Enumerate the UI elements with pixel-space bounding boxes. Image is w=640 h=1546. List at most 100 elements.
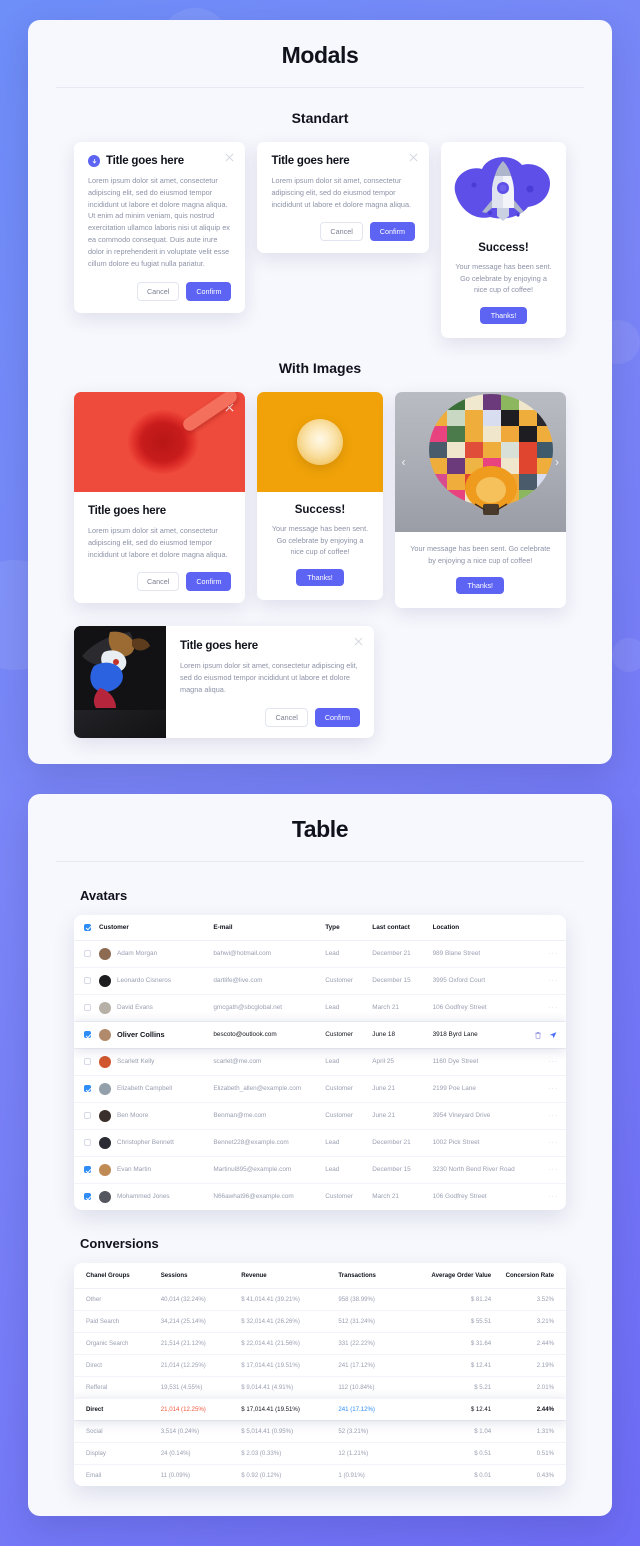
table-row[interactable]: Paid Search 34,214 (25.14%) $ 32,014.41 (2… xyxy=(74,1310,566,1333)
cell-last-contact: December 15 xyxy=(368,1156,429,1184)
row-select-cell xyxy=(74,1129,95,1157)
cancel-button[interactable]: Cancel xyxy=(136,281,180,301)
table-row[interactable]: Other 40,014 (32.24%) $ 41,014.41 (39.21%)… xyxy=(74,1288,566,1311)
more-options-icon[interactable]: ··· xyxy=(549,950,559,957)
col-email[interactable]: E-mail xyxy=(209,914,322,941)
col-sessions[interactable]: Sessions xyxy=(154,1262,236,1289)
row-checkbox[interactable] xyxy=(84,950,91,958)
standart-modal-row: Title goes here Lorem ipsum dolor sit am… xyxy=(28,142,612,339)
row-checkbox[interactable] xyxy=(84,1112,91,1120)
row-checkbox[interactable] xyxy=(84,1166,91,1174)
more-options-icon[interactable]: ··· xyxy=(549,1058,559,1065)
confirm-button[interactable]: Confirm xyxy=(314,707,360,727)
more-options-icon[interactable]: ··· xyxy=(549,1139,559,1146)
cancel-button[interactable]: Cancel xyxy=(265,707,308,727)
close-icon[interactable] xyxy=(409,153,418,162)
cell-aov: $ 31.64 xyxy=(406,1332,498,1355)
table-row[interactable]: Direct 21,014 (12.25%) $ 17,014.41 (19.51%… xyxy=(74,1354,566,1377)
cell-location: 989 Blane Street xyxy=(428,940,528,968)
carousel-prev-icon[interactable]: ‹ xyxy=(402,456,406,468)
modal-2-body: Lorem ipsum dolor sit amet, consectetur … xyxy=(271,176,412,209)
select-all-cell xyxy=(74,914,95,941)
table-row[interactable]: Organic Search 21,514 (21.12%) $ 22,014.41… xyxy=(74,1332,566,1355)
cell-transactions: 331 (22.22%) xyxy=(332,1332,407,1355)
table-row[interactable]: Refferal 19,531 (4.55%) $ 9,014.41 (4.91%)… xyxy=(74,1376,566,1399)
more-options-icon[interactable]: ··· xyxy=(549,1085,559,1092)
image-modal-3-footer: Thanks! xyxy=(395,566,566,608)
col-revenue[interactable]: Revenue xyxy=(235,1262,333,1289)
row-select-cell xyxy=(74,1102,95,1130)
more-options-icon[interactable]: ··· xyxy=(549,1166,559,1173)
row-checkbox[interactable] xyxy=(84,1193,91,1201)
col-transactions[interactable]: Transactions xyxy=(332,1262,407,1289)
conversions-heading: Conversions xyxy=(80,1235,159,1251)
arrow-down-circle-icon xyxy=(88,155,100,167)
table-row[interactable]: Adam Morgan bahwi@hotmail.com Lead December… xyxy=(74,940,566,968)
trash-icon[interactable] xyxy=(532,1029,543,1040)
cell-email: N66awhat96@example.com xyxy=(213,1193,294,1201)
select-all-checkbox[interactable] xyxy=(84,923,91,931)
table-row[interactable]: Social 3,514 (0.24%) $ 5,014.41 (0.95%) 52 … xyxy=(74,1420,566,1443)
cell-type: Lead xyxy=(321,1129,369,1157)
table-row[interactable]: Mohammed Jones N66awhat96@example.com Cust… xyxy=(74,1183,566,1210)
table-row[interactable]: Christopher Bennett Bennet228@example.com… xyxy=(74,1129,566,1157)
avatars-table-body: Adam Morgan bahwi@hotmail.com Lead December… xyxy=(74,940,566,1210)
table-row[interactable]: Oliver Collins bescoto@outlook.com Custome… xyxy=(74,1021,566,1049)
row-select-cell xyxy=(74,1156,95,1184)
table-row[interactable]: Email 11 (0.09%) $ 0.92 (0.12%) 1 (0.91%) $ … xyxy=(74,1464,566,1486)
thanks-button[interactable]: Thanks! xyxy=(296,569,344,587)
cell-transactions: 52 (3.21%) xyxy=(332,1420,407,1443)
thanks-button[interactable]: Thanks! xyxy=(479,307,528,325)
close-icon[interactable] xyxy=(225,153,234,162)
col-last-contact[interactable]: Last contact xyxy=(368,914,429,941)
col-location[interactable]: Location xyxy=(428,914,528,941)
table-row[interactable]: Scarlett Kelly scarlet@me.com Lead April 25… xyxy=(74,1048,566,1076)
row-checkbox[interactable] xyxy=(84,1058,91,1066)
cell-sessions: 19,531 (4.55%) xyxy=(154,1376,236,1399)
row-checkbox[interactable] xyxy=(84,1004,91,1012)
col-average-order-value[interactable]: Average Order Value xyxy=(406,1262,498,1289)
table-row[interactable]: Direct 21,014 (12.25%) $ 17,014.41 (19.51%… xyxy=(74,1398,566,1421)
carousel-next-icon[interactable]: › xyxy=(555,456,559,468)
row-checkbox[interactable] xyxy=(84,1031,91,1039)
more-options-icon[interactable]: ··· xyxy=(549,1193,559,1200)
table-row[interactable]: Evan Martin Martinul895@example.com Lead De… xyxy=(74,1156,566,1184)
col-chanel-groups[interactable]: Chanel Groups xyxy=(74,1262,155,1289)
row-checkbox[interactable] xyxy=(84,1085,91,1093)
cell-sessions: 24 (0.14%) xyxy=(154,1442,236,1465)
send-icon[interactable] xyxy=(547,1029,558,1040)
cell-customer: Leonardo Cisneros xyxy=(95,967,210,995)
col-concersion-rate[interactable]: Concersion Rate xyxy=(497,1262,566,1289)
cell-email: bahwi@hotmail.com xyxy=(209,940,322,968)
table-row[interactable]: Ben Moore Benman@me.com Customer June 21 395… xyxy=(74,1102,566,1130)
col-type[interactable]: Type xyxy=(321,914,369,941)
table-row[interactable]: David Evans gmcgath@sbcglobal.net Lead Marc… xyxy=(74,994,566,1022)
cell-actions xyxy=(527,1021,566,1049)
more-options-icon[interactable]: ··· xyxy=(549,1004,559,1011)
modal-1-footer: Cancel Confirm xyxy=(88,281,232,301)
cell-email: Martinul895@example.com xyxy=(209,1156,322,1184)
cell-email: scarlet@me.com xyxy=(209,1048,322,1076)
confirm-button[interactable]: Confirm xyxy=(186,572,232,592)
thanks-button[interactable]: Thanks! xyxy=(456,577,505,595)
image-modal-4-body: Title goes here Lorem ipsum dolor sit am… xyxy=(166,626,374,737)
more-options-icon[interactable]: ··· xyxy=(549,1112,559,1119)
table-row[interactable]: Elizabeth Campbell Elizabeth_allen@exampl… xyxy=(74,1075,566,1103)
cancel-button[interactable]: Cancel xyxy=(136,572,180,592)
confirm-button[interactable]: Confirm xyxy=(369,222,415,242)
image-modal-1-title: Title goes here xyxy=(88,505,166,518)
table-row[interactable]: Display 24 (0.14%) $ 2.03 (0.33%) 12 (1.21%… xyxy=(74,1442,566,1465)
row-select-cell xyxy=(74,994,95,1022)
cell-transactions: 12 (1.21%) xyxy=(332,1442,407,1465)
row-checkbox[interactable] xyxy=(84,1139,91,1147)
cancel-button[interactable]: Cancel xyxy=(320,222,363,242)
col-customer[interactable]: Customer xyxy=(95,914,210,941)
close-icon[interactable] xyxy=(354,637,363,646)
image-modal-3-text: Your message has been sent. Go celebrate… xyxy=(410,544,551,565)
row-checkbox[interactable] xyxy=(84,977,91,985)
table-row[interactable]: Leonardo Cisneros dartlife@live.com Custom… xyxy=(74,967,566,995)
cell-conversion-rate: 2.19% xyxy=(497,1354,566,1377)
more-options-icon[interactable]: ··· xyxy=(549,977,559,984)
close-icon[interactable] xyxy=(225,403,234,412)
confirm-button[interactable]: Confirm xyxy=(186,281,232,301)
